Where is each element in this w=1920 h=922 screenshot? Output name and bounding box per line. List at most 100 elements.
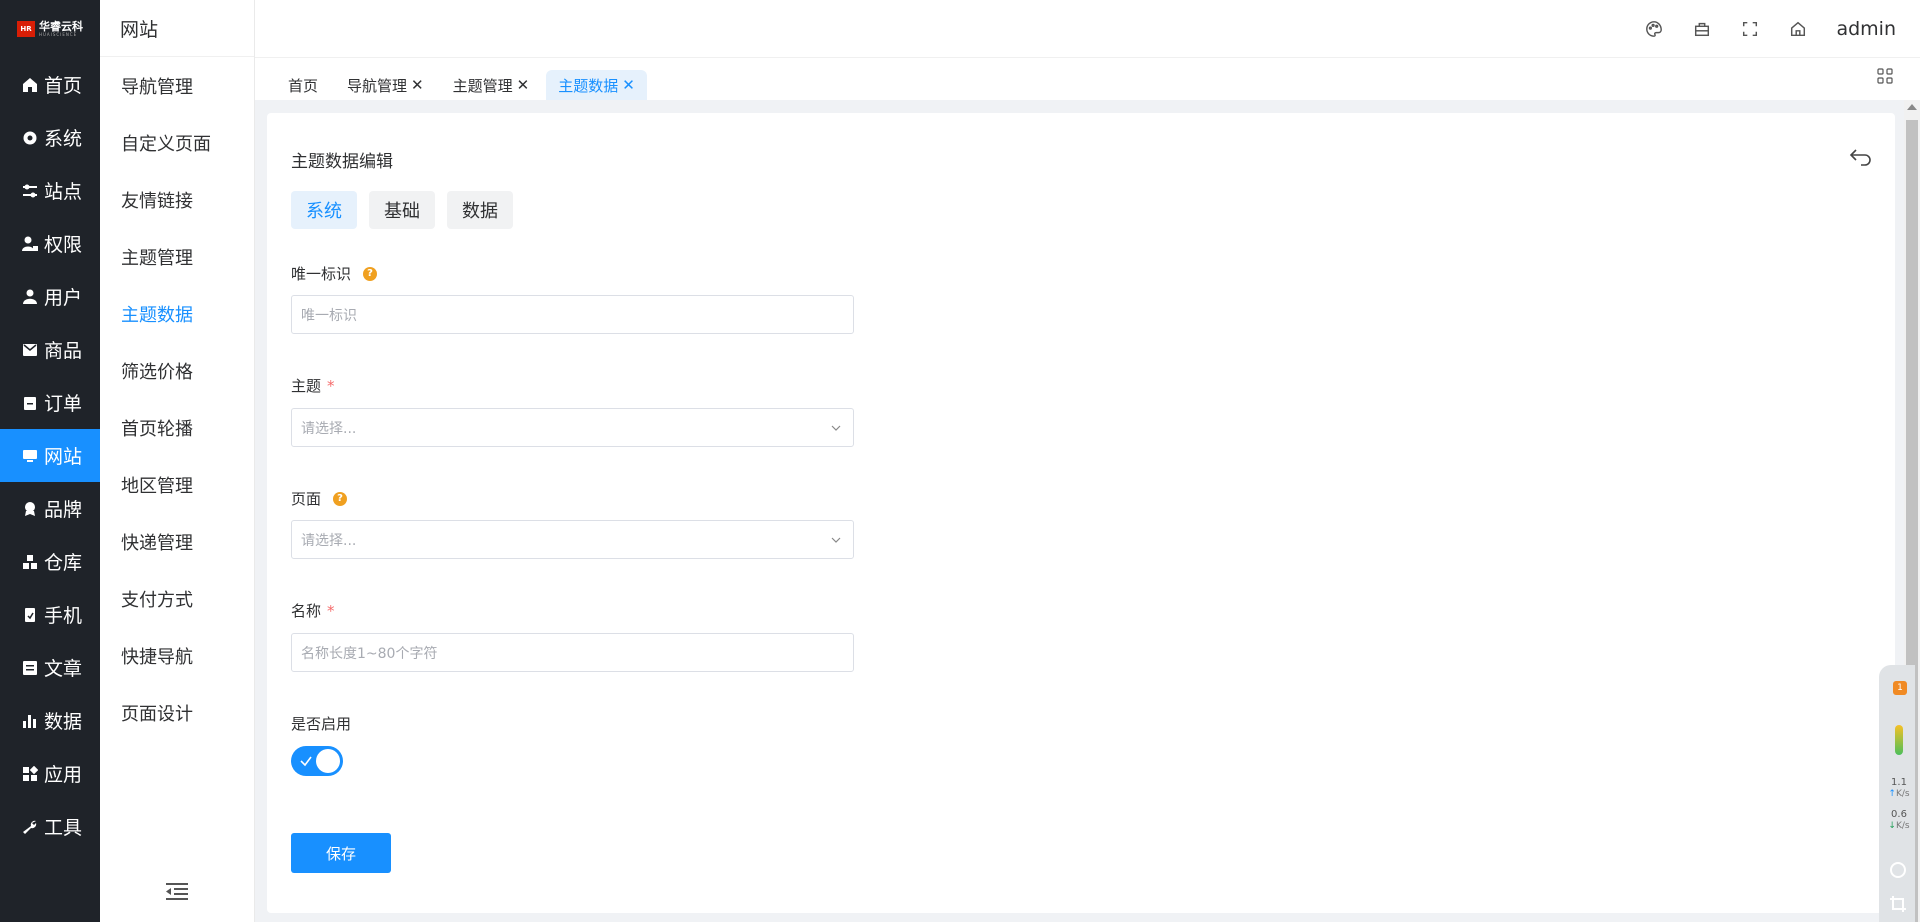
apps-icon xyxy=(22,765,38,782)
tab-label: 首页 xyxy=(288,76,319,95)
wrench-icon xyxy=(22,819,38,835)
user-icon xyxy=(22,289,38,305)
main-nav-item[interactable]: 应用 xyxy=(0,747,100,800)
palette-icon[interactable] xyxy=(1644,19,1664,39)
sub-nav-item[interactable]: 筛选价格 xyxy=(100,342,254,399)
tabs-menu-icon[interactable] xyxy=(1877,68,1893,84)
main-nav-item[interactable]: 文章 xyxy=(0,641,100,694)
sub-nav-item[interactable]: 页面设计 xyxy=(100,684,254,741)
sliders-icon xyxy=(22,183,38,199)
sub-nav-item[interactable]: 主题数据 xyxy=(100,285,254,342)
secondary-sidebar: 网站 导航管理 自定义页面 友情链接 主题管理 主题数据 筛选价格 首页轮播 地区管理 快递管理… xyxy=(100,0,255,922)
sub-nav-item[interactable]: 友情链接 xyxy=(100,171,254,228)
tab-bar: 首页 导航管理 ✕ 主题管理 ✕ 主题数据 ✕ xyxy=(255,58,1920,100)
close-icon[interactable]: ✕ xyxy=(411,76,424,94)
logo[interactable]: HR 华睿云科 HUAISCIENCE xyxy=(0,0,100,58)
logo-text: 华睿云科 xyxy=(39,19,83,33)
scroll-up-arrow[interactable] xyxy=(1907,104,1917,110)
unique-id-input[interactable]: 唯一标识 xyxy=(291,295,854,334)
main-nav-label: 网站 xyxy=(44,446,83,468)
theme-select[interactable]: 请选择... xyxy=(291,408,854,447)
main-nav-item[interactable]: 仓库 xyxy=(0,535,100,588)
logo-badge: HR xyxy=(17,21,35,37)
main-nav-label: 站点 xyxy=(44,181,83,203)
sub-nav-item[interactable]: 导航管理 xyxy=(100,57,254,114)
toolbox-icon[interactable] xyxy=(1692,19,1712,39)
sub-nav-item[interactable]: 自定义页面 xyxy=(100,114,254,171)
refresh-icon[interactable] xyxy=(1889,861,1907,879)
tab[interactable]: 首页 xyxy=(276,70,330,100)
form-tab[interactable]: 基础 xyxy=(369,191,435,229)
user-menu[interactable]: admin xyxy=(1836,18,1896,40)
back-icon[interactable] xyxy=(1849,147,1873,167)
mail-icon xyxy=(22,342,38,358)
main-nav-item[interactable]: 用户 xyxy=(0,270,100,323)
chevron-down-icon xyxy=(831,537,841,543)
notification-badge: 1 xyxy=(1893,681,1907,695)
badge-icon xyxy=(22,501,38,517)
logo-subtitle: HUAISCIENCE xyxy=(39,31,78,37)
theme-label: 主题 * xyxy=(291,376,335,396)
main-nav-item[interactable]: 站点 xyxy=(0,164,100,217)
main-nav-label: 应用 xyxy=(44,764,83,786)
close-icon[interactable]: ✕ xyxy=(517,76,530,94)
help-icon[interactable]: ? xyxy=(333,491,348,506)
gear-icon xyxy=(22,130,38,146)
main-nav-item[interactable]: 系统 xyxy=(0,111,100,164)
main-nav-label: 手机 xyxy=(44,605,83,627)
sub-nav-item[interactable]: 首页轮播 xyxy=(100,399,254,456)
name-input[interactable]: 名称长度1~80个字符 xyxy=(291,633,854,672)
top-bar: admin xyxy=(255,0,1920,58)
sub-nav-item[interactable]: 主题管理 xyxy=(100,228,254,285)
main-nav-item[interactable]: 工具 xyxy=(0,800,100,853)
download-arrow-icon: ↓ xyxy=(1888,821,1896,831)
page-label: 页面 ? xyxy=(291,488,348,509)
main-nav-item[interactable]: 品牌 xyxy=(0,482,100,535)
bar-chart-icon xyxy=(22,713,38,729)
form-tab[interactable]: 系统 xyxy=(291,191,357,229)
level-bar xyxy=(1895,725,1903,755)
enabled-toggle[interactable] xyxy=(291,746,343,776)
check-icon xyxy=(300,756,312,767)
main-nav-item[interactable]: 权限 xyxy=(0,217,100,270)
close-icon[interactable]: ✕ xyxy=(622,76,635,94)
help-icon[interactable]: ? xyxy=(363,266,378,281)
required-marker: * xyxy=(327,376,335,395)
upload-speed: 1.1 ↑K/s xyxy=(1888,777,1910,799)
tab[interactable]: 导航管理 ✕ xyxy=(335,70,436,100)
page-select[interactable]: 请选择... xyxy=(291,520,854,559)
main-nav-label: 首页 xyxy=(44,75,83,97)
sub-nav-item[interactable]: 快递管理 xyxy=(100,513,254,570)
crop-icon[interactable] xyxy=(1889,895,1907,913)
main-nav-item[interactable]: 手机 xyxy=(0,588,100,641)
user-lock-icon xyxy=(22,236,38,252)
main-nav-item[interactable]: 数据 xyxy=(0,694,100,747)
main-sidebar: HR 华睿云科 HUAISCIENCE 首页系统站点权限 用户商品订单网站品牌仓库… xyxy=(0,0,100,922)
upload-arrow-icon: ↑ xyxy=(1888,789,1896,799)
home-icon[interactable] xyxy=(1788,19,1808,39)
phone-icon xyxy=(22,607,38,623)
tab-label: 导航管理 xyxy=(347,76,408,95)
fullscreen-icon[interactable] xyxy=(1740,19,1760,39)
main-nav-item[interactable]: 订单 xyxy=(0,376,100,429)
collapse-menu-icon[interactable] xyxy=(166,882,188,900)
enabled-label: 是否启用 xyxy=(291,715,352,733)
unique-id-label: 唯一标识 ? xyxy=(291,263,378,284)
boxes-icon xyxy=(22,554,38,570)
main-nav-item[interactable]: 商品 xyxy=(0,323,100,376)
main-nav-item[interactable]: 网站 xyxy=(0,429,100,482)
tab[interactable]: 主题数据 ✕ xyxy=(546,70,647,100)
sub-nav-item[interactable]: 支付方式 xyxy=(100,570,254,627)
chevron-down-icon xyxy=(831,425,841,431)
sub-nav-item[interactable]: 地区管理 xyxy=(100,456,254,513)
main-nav-item[interactable]: 首页 xyxy=(0,58,100,111)
network-monitor-widget[interactable]: 1 1.1 ↑K/s 0.6 ↓K/s xyxy=(1879,665,1915,922)
form-tab[interactable]: 数据 xyxy=(447,191,513,229)
sub-nav-item[interactable]: 快捷导航 xyxy=(100,627,254,684)
tab[interactable]: 主题管理 ✕ xyxy=(441,70,542,100)
main-nav-label: 仓库 xyxy=(44,552,83,574)
home-icon xyxy=(22,77,38,93)
save-button[interactable]: 保存 xyxy=(291,833,391,873)
main-nav-label: 商品 xyxy=(44,340,83,362)
main-nav-label: 工具 xyxy=(44,817,83,839)
